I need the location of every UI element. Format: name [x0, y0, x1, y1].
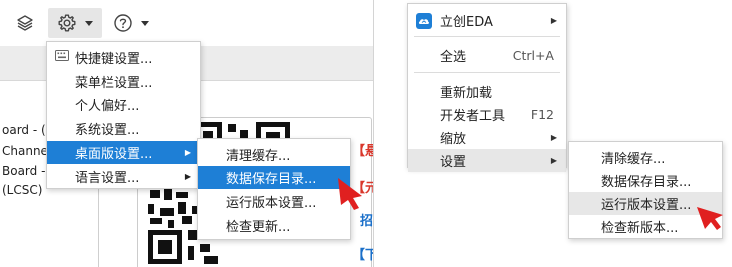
caret-down-icon [141, 20, 149, 26]
menu-item-runtime-version[interactable]: 运行版本设置... [198, 190, 350, 213]
chevron-right-icon: ▶ [550, 16, 557, 25]
desktop-settings-submenu: 清理缓存... 数据保存目录... 运行版本设置... 检查更新... [197, 138, 351, 240]
menu-item-data-directory[interactable]: 数据保存目录... [198, 166, 350, 189]
promo-link[interactable]: 招 [360, 210, 373, 229]
menu-item-select-all[interactable]: 全选 Ctrl+A [408, 44, 566, 67]
menu-item-zoom[interactable]: 缩放 ▶ [408, 126, 566, 149]
gear-icon [57, 13, 77, 33]
menu-item-label: 桌面版设置... [75, 147, 153, 162]
settings-dropdown-menu: 快捷键设置... 菜单栏设置... 个人偏好... 系统设置... 桌面版设置.… [46, 41, 201, 189]
menu-item-clear-cache[interactable]: 清理缓存... [198, 143, 350, 166]
menu-item-label: 立创EDA [440, 15, 493, 30]
menu-item-label: 全选 [440, 50, 467, 65]
menu-item-label: 缩放 [440, 132, 467, 147]
chevron-right-icon: ▶ [184, 172, 191, 181]
menu-item-label: 运行版本设置... [601, 198, 692, 213]
menu-item-label: 设置 [440, 155, 467, 170]
menu-item-label: 开发者工具 [440, 109, 506, 124]
list-item[interactable]: Channe [2, 144, 48, 158]
menu-item-devtools[interactable]: 开发者工具 F12 [408, 103, 566, 126]
menu-item-label: 检查新版本... [601, 221, 679, 236]
menu-item-label: 数据保存目录... [601, 175, 692, 190]
shortcut-label: F12 [530, 107, 554, 122]
menu-item-check-update[interactable]: 检查更新... [198, 214, 350, 237]
settings-menu-button[interactable] [48, 8, 102, 38]
shortcut-label: Ctrl+A [512, 48, 554, 63]
help-menu-button[interactable] [106, 8, 156, 38]
menu-separator [414, 36, 560, 37]
context-menu: 立创EDA ▶ 全选 Ctrl+A 重新加载 开发者工具 F12 缩放 ▶ 设置… [407, 3, 567, 172]
toolbar [0, 0, 373, 46]
menu-item-language-settings[interactable]: 语言设置... ▶ [47, 165, 200, 188]
layers-icon [16, 14, 34, 32]
menu-item-label: 运行版本设置... [226, 196, 317, 211]
promo-tag[interactable]: 【悬 [352, 140, 373, 159]
chevron-right-icon: ▶ [550, 156, 557, 165]
menu-item-label: 清理缓存... [226, 149, 291, 164]
menu-item-shortcut-settings[interactable]: 快捷键设置... [47, 46, 200, 69]
menu-item-label: 清除缓存... [601, 152, 666, 167]
promo-link[interactable]: 【下 [352, 244, 373, 263]
chevron-right-icon: ▶ [550, 133, 557, 142]
menu-item-label: 检查更新... [226, 220, 291, 235]
menu-item-label: 系统设置... [75, 123, 140, 138]
list-item[interactable]: (LCSC) [2, 183, 42, 197]
menu-item-label: 快捷键设置... [75, 52, 153, 67]
right-app-window: 立创EDA ▶ 全选 Ctrl+A 重新加载 开发者工具 F12 缩放 ▶ 设置… [375, 0, 732, 267]
menu-item-reload[interactable]: 重新加载 [408, 80, 566, 103]
cloud-app-icon [416, 12, 432, 29]
menu-item-label: 语言设置... [75, 171, 140, 186]
menu-item-clear-cache[interactable]: 清除缓存... [569, 146, 722, 169]
left-app-window: oard - (L Channe Board - ( (LCSC) 【悬 【元 … [0, 0, 374, 267]
menu-item-settings[interactable]: 设置 ▶ [408, 149, 566, 172]
menu-separator [414, 72, 560, 73]
red-arrow-icon [336, 176, 366, 210]
menu-item-preferences[interactable]: 个人偏好... [47, 93, 200, 116]
help-icon [113, 13, 133, 33]
menu-item-label: 重新加载 [440, 86, 493, 101]
red-arrow-icon [695, 205, 725, 231]
menu-item-menubar-settings[interactable]: 菜单栏设置... [47, 70, 200, 93]
menu-item-label: 数据保存目录... [226, 172, 317, 187]
layers-button[interactable] [10, 8, 40, 38]
keyboard-icon [55, 50, 69, 65]
chevron-right-icon: ▶ [184, 148, 191, 157]
menu-item-label: 菜单栏设置... [75, 76, 153, 91]
caret-down-icon [85, 20, 93, 26]
menu-item-label: 个人偏好... [75, 99, 140, 114]
menu-item-app[interactable]: 立创EDA ▶ [408, 9, 566, 32]
list-item[interactable]: oard - (L [2, 123, 52, 137]
menu-item-system-settings[interactable]: 系统设置... [47, 117, 200, 140]
menu-item-desktop-settings[interactable]: 桌面版设置... ▶ [47, 141, 200, 164]
menu-item-data-directory[interactable]: 数据保存目录... [569, 169, 722, 192]
